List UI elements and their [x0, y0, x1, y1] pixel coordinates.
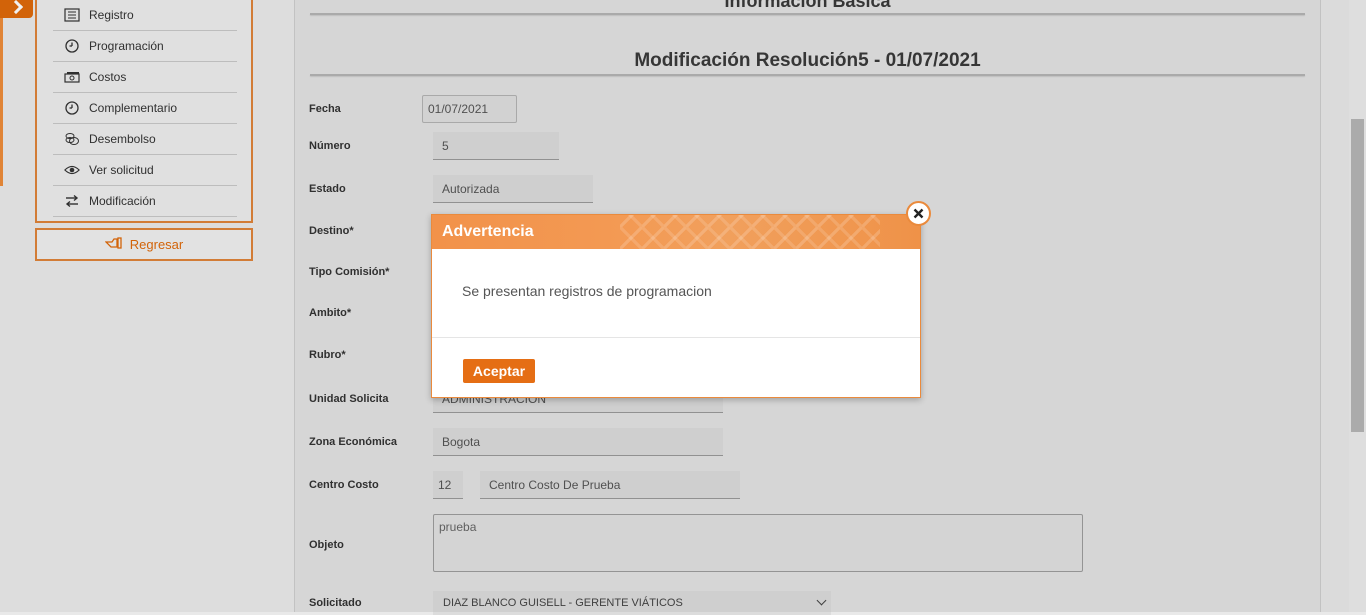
- warning-dialog: Advertencia Se presentan registros de pr…: [431, 214, 921, 398]
- header-pattern: [620, 215, 880, 249]
- dialog-message: Se presentan registros de programacion: [462, 283, 712, 299]
- dialog-close-button[interactable]: [906, 201, 931, 226]
- accept-button[interactable]: Aceptar: [463, 359, 535, 383]
- dialog-divider: [432, 337, 920, 338]
- dialog-title: Advertencia: [442, 223, 534, 240]
- dialog-header: Advertencia: [432, 215, 920, 249]
- close-icon: [913, 208, 924, 219]
